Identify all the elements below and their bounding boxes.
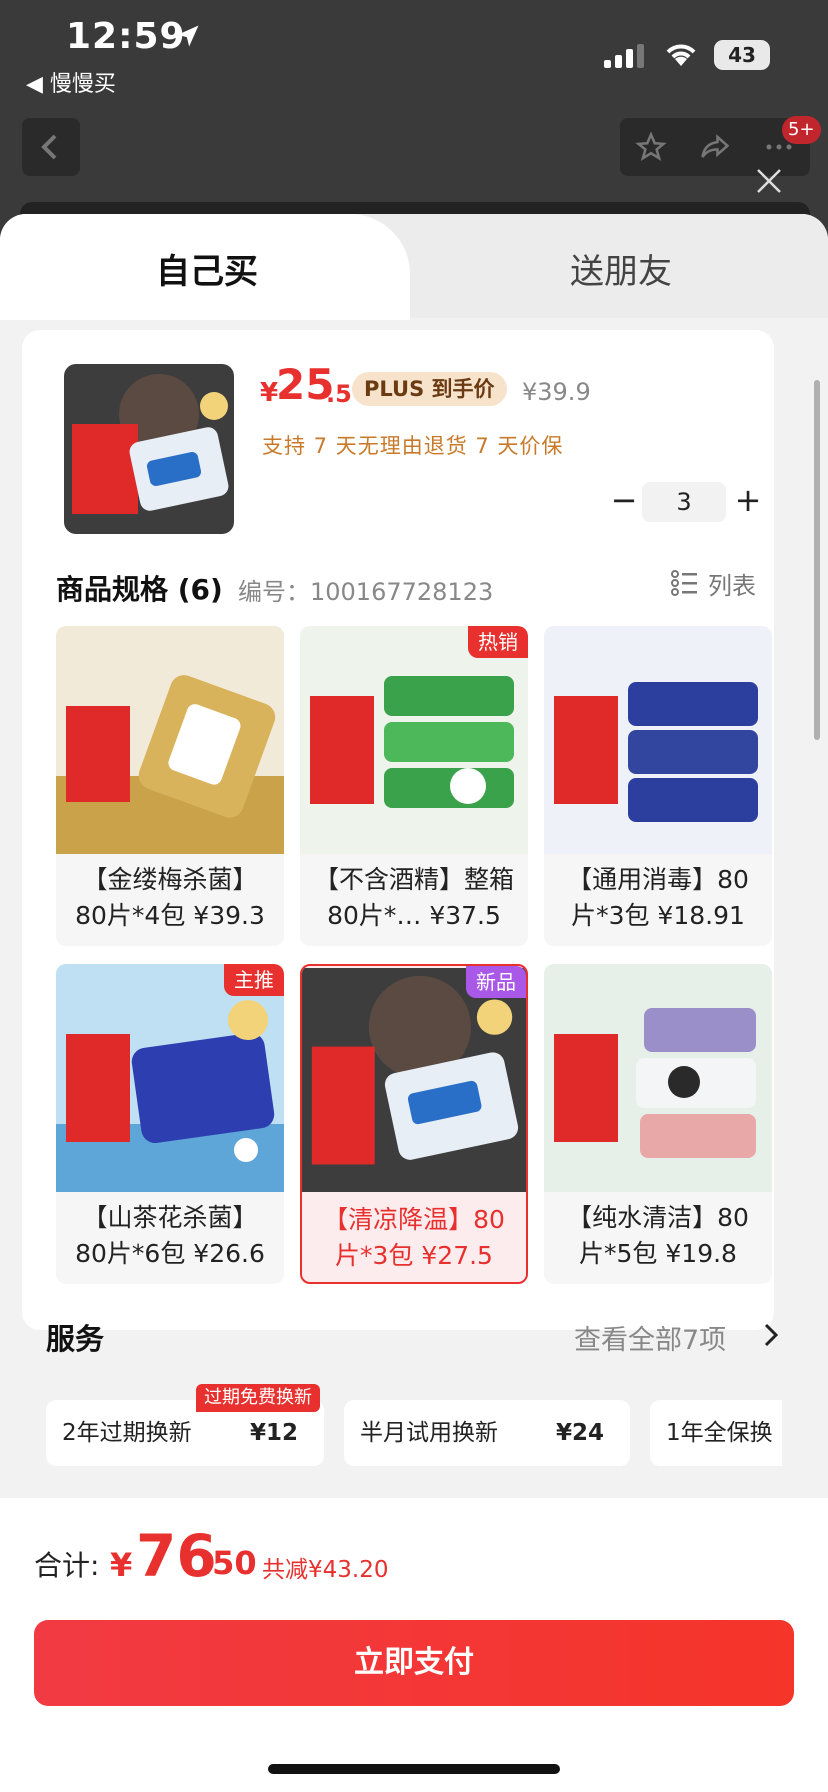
- list-view-toggle[interactable]: 列表: [670, 566, 756, 600]
- variant-label: 【山茶花杀菌】80片*6包 ¥26.6: [75, 1203, 265, 1268]
- pay-now-button[interactable]: 立即支付: [34, 1620, 794, 1706]
- quantity-decrease-button[interactable]: −: [606, 482, 642, 518]
- price-decimal: .5: [326, 380, 352, 408]
- product-thumbnail: [64, 364, 234, 534]
- service-name: 2年过期换新: [62, 1420, 192, 1446]
- product-code: 编号：100167728123: [238, 578, 494, 606]
- list-icon: [671, 570, 697, 596]
- service-option[interactable]: 1年全保换: [650, 1400, 782, 1466]
- service-promo-tag: 过期免费换新: [196, 1384, 320, 1412]
- variant-card[interactable]: 主推 【山茶花杀菌】80片*6包 ¥26.6: [56, 964, 284, 1284]
- total-currency: ¥: [110, 1546, 133, 1584]
- variant-image-icon: [302, 968, 526, 1192]
- list-view-label: 列表: [708, 571, 756, 600]
- variant-image-icon: [300, 626, 528, 854]
- variant-card[interactable]: 热销 【不含酒精】整箱80片*… ¥37.5: [300, 626, 528, 946]
- variant-image-icon: [56, 964, 284, 1192]
- chevron-left-icon: [41, 134, 57, 160]
- quantity-increase-button[interactable]: +: [730, 482, 766, 518]
- variant-card[interactable]: 【通用消毒】80片*3包 ¥18.91: [544, 626, 772, 946]
- variant-label: 【不含酒精】整箱80片*… ¥37.5: [313, 865, 514, 930]
- variant-image-icon: [56, 626, 284, 854]
- status-time: 12:59: [66, 16, 186, 57]
- variant-badge-hot: 热销: [468, 626, 528, 658]
- variant-image-icon: [544, 964, 772, 1192]
- variant-label: 【清凉降温】80片*3包 ¥27.5: [323, 1205, 505, 1270]
- spec-title: 商品规格 (6): [56, 573, 223, 606]
- variant-badge-recommended: 主推: [224, 964, 284, 996]
- back-button[interactable]: [22, 118, 80, 176]
- quantity-input[interactable]: 3: [642, 482, 726, 522]
- close-icon[interactable]: [754, 166, 784, 196]
- back-to-app-link[interactable]: ◀ 慢慢买: [26, 66, 116, 98]
- original-price: ¥39.9: [522, 378, 591, 406]
- location-arrow-icon: [177, 25, 199, 47]
- services-title: 服务: [46, 1322, 105, 1356]
- variant-card[interactable]: 【金缕梅杀菌】80片*4包 ¥39.3: [56, 626, 284, 946]
- service-option[interactable]: 半月试用换新 ¥24: [344, 1400, 630, 1466]
- variant-card-selected[interactable]: 新品 【清凉降温】80片*3包 ¥27.5: [300, 964, 528, 1284]
- total-savings: 共减¥43.20: [262, 1557, 389, 1583]
- status-bar: 12:59 ◀ 慢慢买 43: [0, 0, 828, 100]
- service-name: 1年全保换: [666, 1420, 773, 1446]
- variant-card[interactable]: 【纯水清洁】80片*5包 ¥19.8: [544, 964, 772, 1284]
- variant-label: 【金缕梅杀菌】80片*4包 ¥39.3: [75, 865, 265, 930]
- home-indicator[interactable]: [268, 1764, 560, 1774]
- service-name: 半月试用换新: [360, 1420, 498, 1446]
- total-label: 合计:: [34, 1549, 100, 1582]
- scrollbar[interactable]: [814, 380, 820, 740]
- tab-self-buy-label[interactable]: 自己买: [156, 244, 258, 293]
- service-price: ¥24: [555, 1420, 604, 1446]
- wifi-icon: [666, 44, 696, 66]
- total-decimal: .50: [200, 1544, 257, 1582]
- variant-image-icon: [544, 626, 772, 854]
- variant-label: 【通用消毒】80片*3包 ¥18.91: [567, 865, 749, 930]
- star-icon[interactable]: [634, 132, 668, 162]
- cart-badge: 5+: [782, 116, 821, 144]
- variant-badge-new: 新品: [466, 966, 526, 998]
- battery-indicator: 43: [714, 40, 770, 70]
- return-policy: 支持 7 天无理由退货 7 天价保: [262, 434, 564, 458]
- tab-gift-friend[interactable]: 送朋友: [570, 244, 672, 293]
- view-all-services-link[interactable]: 查看全部7项: [574, 1318, 726, 1357]
- product-image-icon: [64, 364, 234, 534]
- variant-label: 【纯水清洁】80片*5包 ¥19.8: [567, 1203, 749, 1268]
- signal-icon: [604, 44, 644, 68]
- chevron-right-icon[interactable]: [760, 1322, 782, 1348]
- share-icon[interactable]: [698, 132, 732, 162]
- plus-price-tag: PLUS 到手价: [352, 372, 507, 406]
